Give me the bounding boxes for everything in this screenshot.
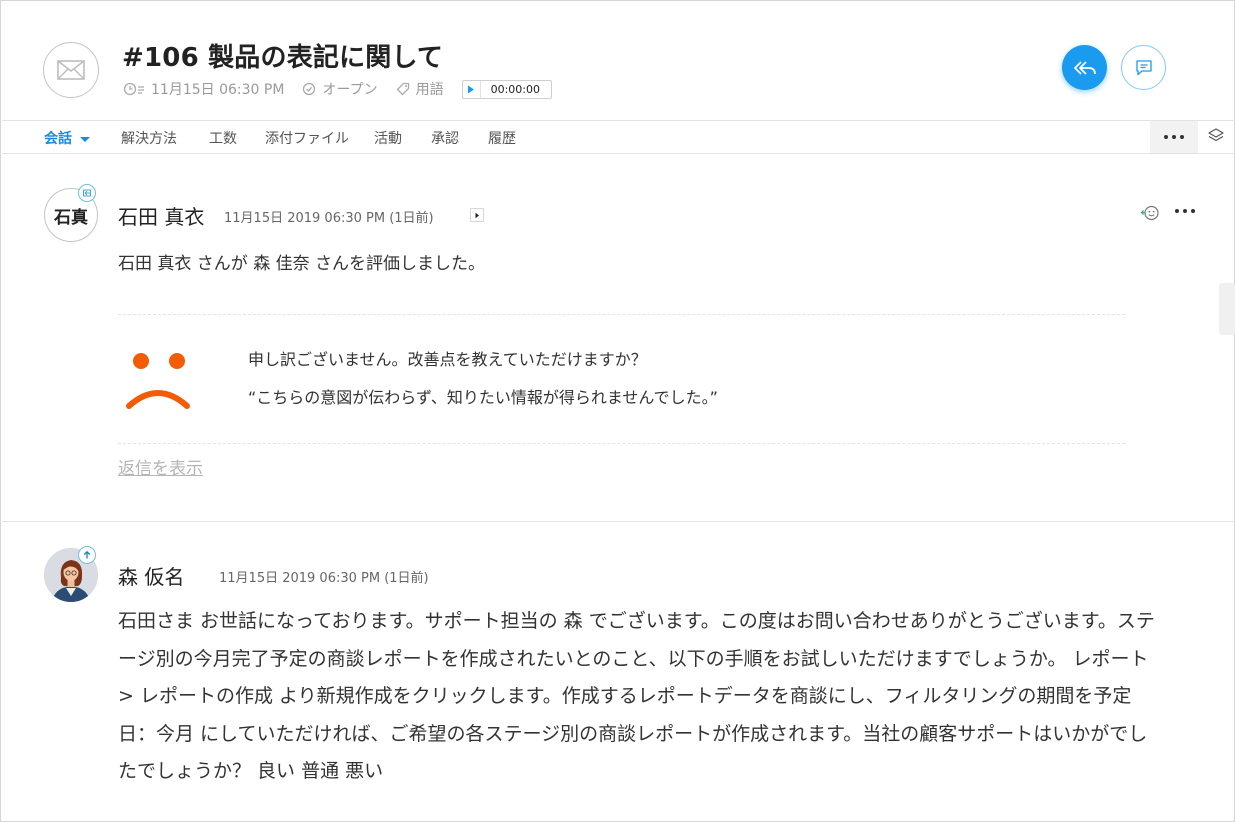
emoji-icon[interactable] [1140,204,1161,226]
outgoing-badge-icon [78,546,96,564]
clock-icon [123,82,144,96]
created-time-label: 11月15日 06:30 PM [151,82,285,98]
status-check-icon [303,82,316,96]
expand-details-button[interactable] [470,208,484,222]
tabs-more-button[interactable] [1150,121,1198,153]
rating-feedback: “こちらの意図が伝わらず、知りたい情報が得られませんでした。” [248,388,718,407]
tab-approvals[interactable]: 承認 [431,128,459,148]
play-icon[interactable] [463,80,481,98]
add-comment-button[interactable] [1121,45,1166,90]
message-body: 石田 真衣 さんが 森 佳奈 さんを評価しました。 [118,254,486,274]
reply-all-icon [1073,60,1096,75]
scrollbar-thumb[interactable] [1219,283,1235,335]
incoming-badge-icon [78,184,96,202]
tab-activities[interactable]: 活動 [374,128,402,148]
tag-field[interactable]: 用語 [396,79,444,99]
ticket-meta: 11月15日 06:30 PM オープン 用語 00:00:00 [123,79,552,99]
layers-icon[interactable] [1208,127,1224,145]
message-timestamp: 11月15日 2019 06:30 PM (1日前) [219,571,429,586]
created-time: 11月15日 06:30 PM [123,79,284,99]
author-name: 森 仮名 [118,565,185,589]
avatar-initials: 石真 [54,207,88,228]
sad-face-icon [126,353,190,409]
ticket-title: #106 製品の表記に関して [122,43,444,73]
tab-time-entries[interactable]: 工数 [209,128,237,148]
status-field[interactable]: オープン [302,79,378,99]
chevron-down-icon [80,136,90,142]
tag-label: 用語 [415,82,444,98]
tab-label: 会話 [44,131,72,147]
reply-all-button[interactable] [1062,45,1107,90]
divider [118,443,1125,444]
tab-attachments[interactable]: 添付ファイル [265,128,349,148]
time-tracker[interactable]: 00:00:00 [461,79,552,99]
tag-icon [396,82,409,96]
divider [118,314,1125,315]
rating-message: 申し訳ございません。改善点を教えていただけますか？ [248,350,647,369]
envelope-icon [43,42,99,98]
message-more-button[interactable] [1175,209,1195,213]
author-name: 石田 真衣 [118,205,205,229]
reply-body: 石田さま お世話になっております。サポート担当の 森 でございます。この度はお問… [118,610,1155,782]
tab-resolution[interactable]: 解決方法 [121,128,177,148]
timer-value: 00:00:00 [490,82,540,96]
comment-icon [1135,60,1152,76]
tab-conversation[interactable]: 会話 [44,128,90,148]
tab-bar: 会話 解決方法 工数 添付ファイル 活動 承認 履歴 [2,120,1235,154]
message-timestamp: 11月15日 2019 06:30 PM (1日前) [224,211,434,226]
show-replies-link[interactable]: 返信を表示 [118,454,203,479]
status-label: オープン [322,82,378,98]
thread-separator [2,521,1235,522]
tab-history[interactable]: 履歴 [488,128,516,148]
more-icon [1164,135,1184,139]
ticket-detail-panel: #106 製品の表記に関して 11月15日 06:30 PM オープン 用語 0… [0,0,1235,822]
